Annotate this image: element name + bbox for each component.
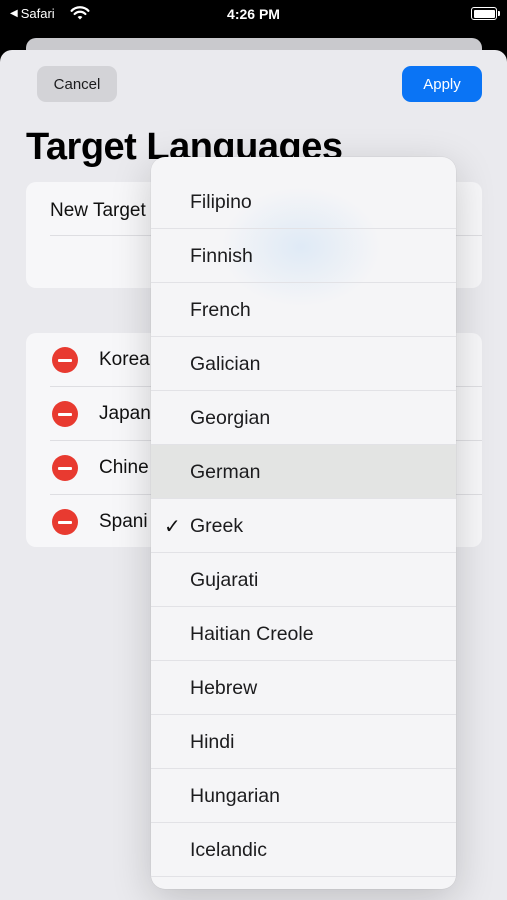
menu-item-label: Galician xyxy=(190,353,261,375)
menu-item-hungarian[interactable]: Hungarian xyxy=(151,769,456,823)
menu-item-icelandic[interactable]: Icelandic xyxy=(151,823,456,877)
battery-icon xyxy=(471,7,500,20)
menu-item-hindi[interactable]: Hindi xyxy=(151,715,456,769)
menu-item-label: Haitian Creole xyxy=(190,623,314,645)
new-target-picker[interactable]: New Target xyxy=(50,200,146,222)
language-name: Korea xyxy=(99,349,150,370)
delete-minus-icon[interactable] xyxy=(52,455,78,481)
menu-item-french[interactable]: French xyxy=(151,283,456,337)
menu-item-label: Greek xyxy=(190,515,244,537)
menu-item-galician[interactable]: Galician xyxy=(151,337,456,391)
menu-item-greek[interactable]: ✓ Greek xyxy=(151,499,456,553)
divider xyxy=(151,876,456,877)
menu-item-georgian[interactable]: Georgian xyxy=(151,391,456,445)
delete-minus-icon[interactable] xyxy=(52,347,78,373)
menu-item-label: Hindi xyxy=(190,731,235,753)
menu-item-label: Hebrew xyxy=(190,677,258,699)
status-bar: ◀ Safari 4:26 PM xyxy=(0,0,507,30)
menu-item-german[interactable]: German xyxy=(151,445,456,499)
checkmark-icon: ✓ xyxy=(164,516,181,538)
status-time: 4:26 PM xyxy=(227,6,280,22)
menu-item-haitian-creole[interactable]: Haitian Creole xyxy=(151,607,456,661)
menu-item-filipino[interactable]: Filipino xyxy=(151,175,456,229)
menu-item-label: Filipino xyxy=(190,191,252,213)
menu-item-label: French xyxy=(190,299,251,321)
language-name: Japan xyxy=(99,403,151,424)
menu-item-gujarati[interactable]: Gujarati xyxy=(151,553,456,607)
apply-button[interactable]: Apply xyxy=(402,66,482,102)
menu-item-label: Gujarati xyxy=(190,569,259,591)
cancel-button[interactable]: Cancel xyxy=(37,66,117,102)
menu-item-label: Finnish xyxy=(190,245,253,267)
menu-item-label: German xyxy=(190,461,261,483)
language-name: Spani xyxy=(99,511,148,532)
delete-minus-icon[interactable] xyxy=(52,401,78,427)
language-dropdown-menu[interactable]: Filipino Finnish French Galician Georgia… xyxy=(151,157,456,889)
language-name: Chine xyxy=(99,457,149,478)
menu-item-label: Hungarian xyxy=(190,785,280,807)
delete-minus-icon[interactable] xyxy=(52,509,78,535)
menu-item-label: Icelandic xyxy=(190,839,267,861)
menu-item-finnish[interactable]: Finnish xyxy=(151,229,456,283)
menu-item-label: Georgian xyxy=(190,407,271,429)
menu-item-hebrew[interactable]: Hebrew xyxy=(151,661,456,715)
